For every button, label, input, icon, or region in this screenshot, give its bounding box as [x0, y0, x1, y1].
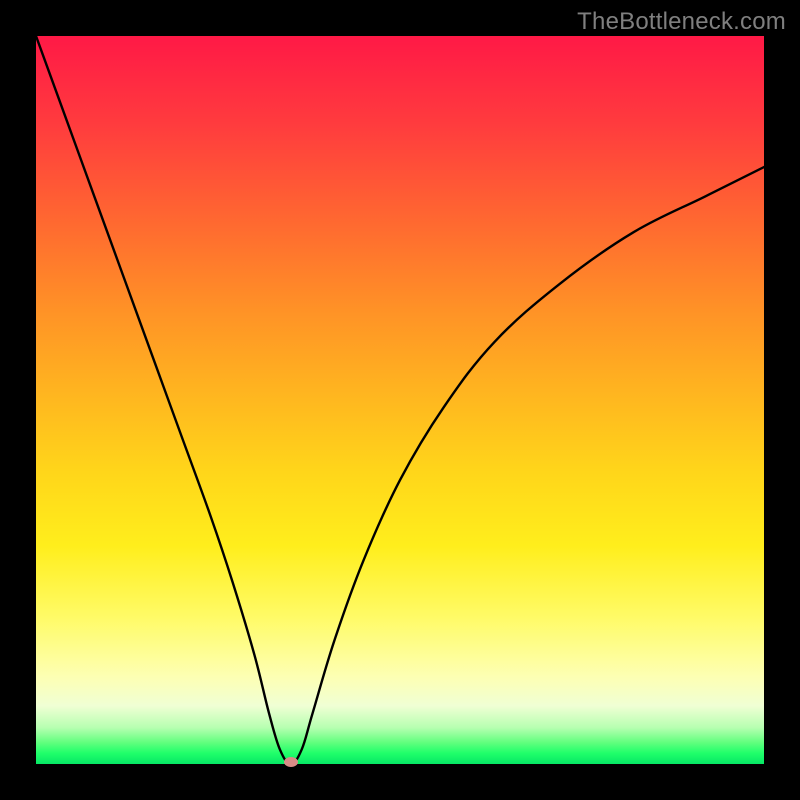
optimal-point-marker [284, 757, 298, 767]
bottleneck-curve [36, 36, 764, 764]
plot-area [36, 36, 764, 764]
watermark-text: TheBottleneck.com [577, 8, 786, 36]
chart-frame: TheBottleneck.com [0, 0, 800, 800]
